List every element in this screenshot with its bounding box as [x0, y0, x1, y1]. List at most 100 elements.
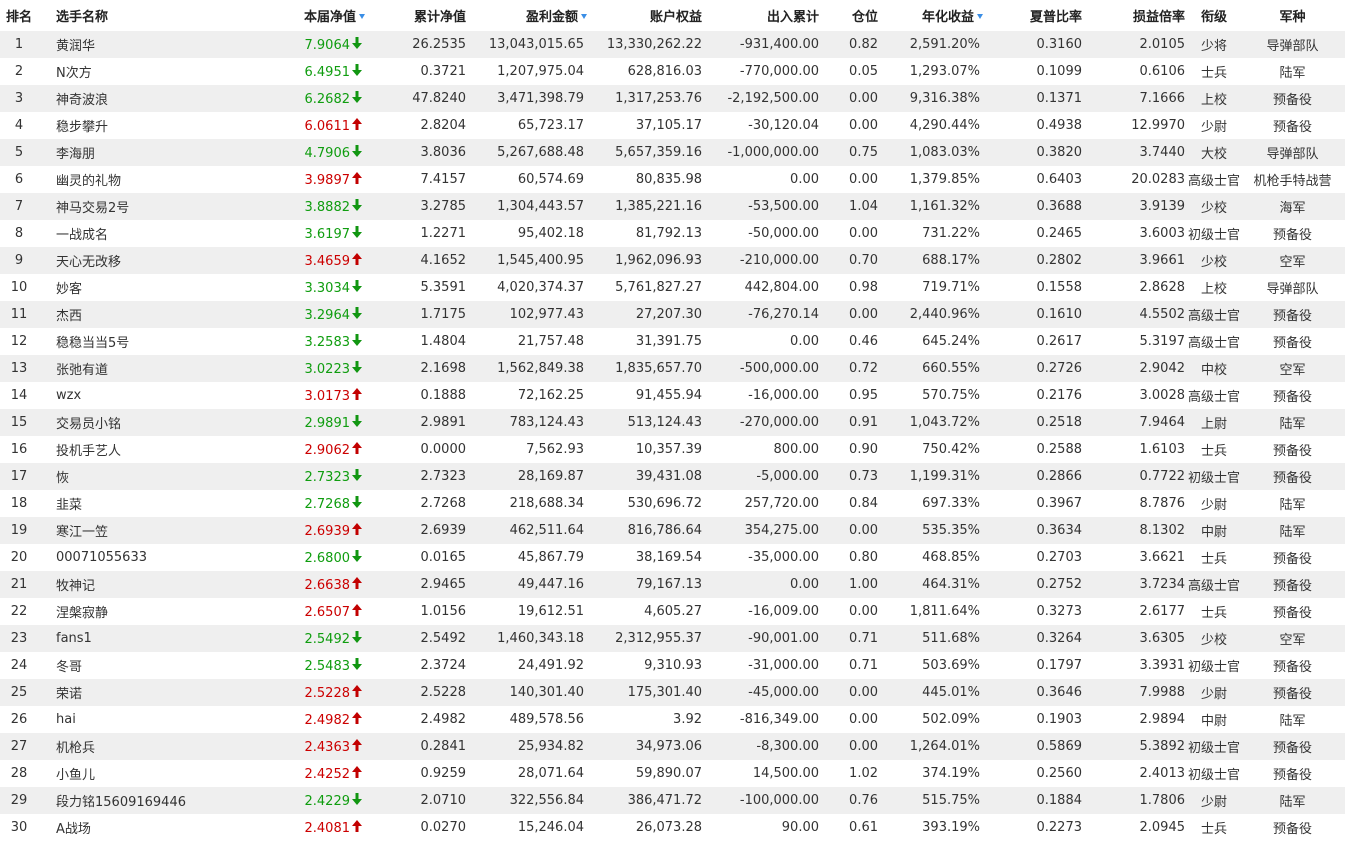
annual-return-cell: 468.85% [881, 544, 983, 571]
annual-return-cell: 660.55% [881, 355, 983, 382]
table-body: 1 黄润华 7.9064 26.2535 13,043,015.65 13,330,262… [0, 31, 1345, 841]
equity-cell: 80,835.98 [587, 166, 705, 193]
sharpe-cell: 0.1610 [983, 301, 1085, 328]
annual-return-cell: 697.33% [881, 490, 983, 517]
annual-return-cell: 1,161.32% [881, 193, 983, 220]
annual-return-cell: 4,290.44% [881, 112, 983, 139]
flow-cell: -53,500.00 [705, 193, 822, 220]
arrow-down-icon [351, 792, 362, 809]
equity-cell: 4,605.27 [587, 598, 705, 625]
position-cell: 1.00 [822, 571, 881, 598]
header-annual[interactable]: 年化收益 [881, 0, 983, 31]
header-sharpe: 夏普比率 [983, 0, 1085, 31]
rank-cell: 28 [0, 760, 38, 787]
header-profit[interactable]: 盈利金额 [469, 0, 587, 31]
player-name-cell: 交易员小铭 [38, 409, 222, 436]
header-annual-label: 年化收益 [921, 10, 974, 25]
rank-title-cell: 上校 [1188, 274, 1240, 301]
nav-value: 3.4659 [304, 253, 351, 269]
cum-nav-cell: 2.5228 [365, 679, 469, 706]
table-row: 9 天心无改移 3.4659 4.1652 1,545,400.95 1,962,096.… [0, 247, 1345, 274]
table-row: 5 李海朋 4.7906 3.8036 5,267,688.48 5,657,359.16… [0, 139, 1345, 166]
nav-cell: 3.6197 [222, 220, 365, 247]
flow-cell: 14,500.00 [705, 760, 822, 787]
annual-return-cell: 9,316.38% [881, 85, 983, 112]
player-name-cell: hai [38, 706, 222, 733]
profit-cell: 1,304,443.57 [469, 193, 587, 220]
flow-cell: 0.00 [705, 166, 822, 193]
annual-return-cell: 688.17% [881, 247, 983, 274]
branch-cell: 预备役 [1240, 328, 1345, 355]
player-name-cell: 00071055633 [38, 544, 222, 571]
position-cell: 0.61 [822, 814, 881, 841]
arrow-up-icon [351, 738, 362, 755]
player-name-cell: 投机手艺人 [38, 436, 222, 463]
nav-cell: 2.4081 [222, 814, 365, 841]
rank-cell: 26 [0, 706, 38, 733]
player-name-cell: 韭菜 [38, 490, 222, 517]
rank-title-cell: 中校 [1188, 355, 1240, 382]
nav-value: 3.9897 [304, 172, 351, 188]
position-cell: 0.71 [822, 652, 881, 679]
pl-ratio-cell: 5.3892 [1085, 733, 1188, 760]
position-cell: 0.00 [822, 220, 881, 247]
cum-nav-cell: 2.7323 [365, 463, 469, 490]
header-position: 仓位 [822, 0, 881, 31]
flow-cell: -50,000.00 [705, 220, 822, 247]
annual-return-cell: 1,199.31% [881, 463, 983, 490]
sharpe-cell: 0.2176 [983, 382, 1085, 409]
sharpe-cell: 0.3688 [983, 193, 1085, 220]
arrow-down-icon [351, 657, 362, 674]
equity-cell: 1,385,221.16 [587, 193, 705, 220]
rank-cell: 15 [0, 409, 38, 436]
player-name-cell: 小鱼儿 [38, 760, 222, 787]
table-row: 26 hai 2.4982 2.4982 489,578.56 3.92 -816,349.… [0, 706, 1345, 733]
annual-return-cell: 719.71% [881, 274, 983, 301]
nav-cell: 3.4659 [222, 247, 365, 274]
annual-return-cell: 535.35% [881, 517, 983, 544]
branch-cell: 预备役 [1240, 382, 1345, 409]
branch-cell: 海军 [1240, 193, 1345, 220]
position-cell: 0.82 [822, 31, 881, 58]
equity-cell: 530,696.72 [587, 490, 705, 517]
flow-cell: -100,000.00 [705, 787, 822, 814]
position-cell: 0.46 [822, 328, 881, 355]
equity-cell: 1,835,657.70 [587, 355, 705, 382]
arrow-up-icon [351, 117, 362, 134]
nav-cell: 3.0173 [222, 382, 365, 409]
flow-cell: -31,000.00 [705, 652, 822, 679]
player-name-cell: 涅槃寂静 [38, 598, 222, 625]
nav-value: 3.2964 [304, 307, 351, 323]
pl-ratio-cell: 2.4013 [1085, 760, 1188, 787]
flow-cell: -500,000.00 [705, 355, 822, 382]
arrow-down-icon [351, 90, 362, 107]
equity-cell: 37,105.17 [587, 112, 705, 139]
player-name-cell: 冬哥 [38, 652, 222, 679]
table-row: 3 神奇波浪 6.2682 47.8240 3,471,398.79 1,317,253.… [0, 85, 1345, 112]
position-cell: 0.05 [822, 58, 881, 85]
profit-cell: 7,562.93 [469, 436, 587, 463]
flow-cell: 354,275.00 [705, 517, 822, 544]
equity-cell: 39,431.08 [587, 463, 705, 490]
branch-cell: 陆军 [1240, 706, 1345, 733]
pl-ratio-cell: 3.6621 [1085, 544, 1188, 571]
flow-cell: 257,720.00 [705, 490, 822, 517]
flow-cell: -76,270.14 [705, 301, 822, 328]
nav-cell: 2.5483 [222, 652, 365, 679]
header-nav[interactable]: 本届净值 [222, 0, 365, 31]
rank-title-cell: 士兵 [1188, 58, 1240, 85]
nav-value: 2.4229 [304, 793, 351, 809]
profit-cell: 140,301.40 [469, 679, 587, 706]
position-cell: 0.70 [822, 247, 881, 274]
pl-ratio-cell: 2.8628 [1085, 274, 1188, 301]
branch-cell: 陆军 [1240, 58, 1345, 85]
profit-cell: 5,267,688.48 [469, 139, 587, 166]
position-cell: 0.84 [822, 490, 881, 517]
branch-cell: 陆军 [1240, 787, 1345, 814]
branch-cell: 预备役 [1240, 598, 1345, 625]
rank-title-cell: 上校 [1188, 85, 1240, 112]
nav-cell: 3.3034 [222, 274, 365, 301]
player-name-cell: 妙客 [38, 274, 222, 301]
rank-cell: 23 [0, 625, 38, 652]
branch-cell: 预备役 [1240, 220, 1345, 247]
